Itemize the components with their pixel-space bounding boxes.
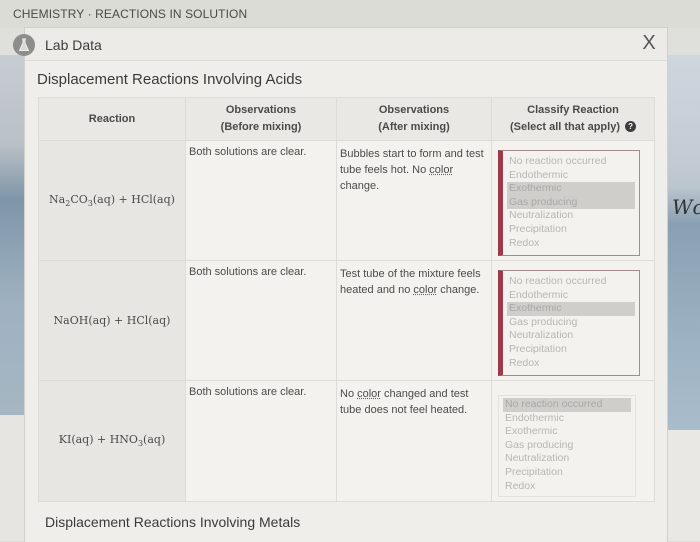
classify-option[interactable]: Precipitation <box>503 466 631 480</box>
observation-text: No <box>340 388 358 400</box>
header-before: Observations (Before mixing) <box>185 97 337 141</box>
classify-listbox[interactable]: No reaction occurred Endothermic Exothermi… <box>498 150 640 256</box>
observation-after: Bubbles start to form and test tube feel… <box>336 140 492 261</box>
header-after-line2: (After mixing) <box>378 121 450 133</box>
section-title-acids: Displacement Reactions Involving Acids <box>37 71 303 88</box>
formula-part: NaOH(aq) + HCl(aq) <box>53 314 171 327</box>
header-after-line1: Observations <box>378 104 450 116</box>
reaction-cell: KI(aq) + HNO3(aq) <box>38 380 186 502</box>
classify-option[interactable]: Redox <box>503 480 631 494</box>
reaction-cell: NaOH(aq) + HCl(aq) <box>38 260 186 381</box>
classify-option[interactable]: Neutralization <box>507 329 635 343</box>
table-row: KI(aq) + HNO3(aq) Both solutions are clea… <box>38 380 655 502</box>
reaction-equation: Na2CO3(aq) + HCl(aq) <box>49 192 175 208</box>
header-after: Observations (After mixing) <box>336 97 492 141</box>
flask-icon <box>13 34 35 56</box>
classify-cell: No reaction occurred Endothermic Exothermi… <box>491 260 655 381</box>
top-bar: CHEMISTRY · REACTIONS IN SOLUTION <box>0 0 700 28</box>
formula-part: KI(aq) + HNO <box>58 433 138 447</box>
classify-cell: No reaction occurred Endothermic Exothermi… <box>491 140 655 261</box>
lab-data-panel: Lab Data X Displacement Reactions Involv… <box>13 27 668 542</box>
panel-header: Lab Data X <box>13 28 667 61</box>
classify-option[interactable]: No reaction occurred <box>507 275 635 289</box>
formula-part: (aq) + HCl(aq) <box>92 192 175 206</box>
observation-text: change. <box>340 180 380 192</box>
classify-option[interactable]: Exothermic <box>507 182 635 196</box>
header-before-line2: (Before mixing) <box>220 121 302 133</box>
background-text: Wc <box>672 195 700 219</box>
classify-listbox[interactable]: No reaction occurred Endothermic Exothermi… <box>498 270 640 376</box>
classify-option[interactable]: Exothermic <box>503 425 631 439</box>
observation-before: Both solutions are clear. <box>185 140 337 261</box>
header-classify: Classify Reaction (Select all that apply… <box>491 97 655 141</box>
header-classify-line1: Classify Reaction <box>527 104 619 116</box>
section-title-metals: Displacement Reactions Involving Metals <box>45 514 301 530</box>
classify-option[interactable]: Gas producing <box>503 439 631 453</box>
classify-option[interactable]: Endothermic <box>507 169 635 183</box>
observation-text: Bubbles start to form and test tube feel… <box>340 148 484 176</box>
observation-after: Test tube of the mixture feels heated an… <box>336 260 492 381</box>
classify-option[interactable]: Redox <box>507 357 635 371</box>
classify-option[interactable]: Redox <box>507 237 635 251</box>
breadcrumb: CHEMISTRY · REACTIONS IN SOLUTION <box>13 7 248 21</box>
classify-option[interactable]: No reaction occurred <box>503 398 631 412</box>
table-row: NaOH(aq) + HCl(aq) Both solutions are cle… <box>38 260 655 381</box>
header-before-line1: Observations <box>225 104 297 116</box>
reaction-cell: Na2CO3(aq) + HCl(aq) <box>38 140 186 261</box>
formula-part: Na <box>49 192 66 206</box>
close-button[interactable]: X <box>637 31 661 55</box>
acids-table: Reaction Observations (Before mixing) Ob… <box>38 97 655 502</box>
classify-option[interactable]: Neutralization <box>503 452 631 466</box>
panel-title: Lab Data <box>45 37 102 53</box>
classify-option[interactable]: Endothermic <box>507 289 635 303</box>
observation-text: change. <box>437 284 480 296</box>
table-header-row: Reaction Observations (Before mixing) Ob… <box>38 97 655 141</box>
table-row: Na2CO3(aq) + HCl(aq) Both solutions are c… <box>38 140 655 261</box>
classify-listbox[interactable]: No reaction occurred Endothermic Exothermi… <box>498 395 636 497</box>
spellcheck-word: color <box>429 164 454 176</box>
classify-option[interactable]: Gas producing <box>507 316 635 330</box>
reaction-equation: KI(aq) + HNO3(aq) <box>58 433 166 448</box>
observation-before: Both solutions are clear. <box>185 260 337 381</box>
spellcheck-word: color <box>357 388 381 400</box>
classify-option[interactable]: Precipitation <box>507 223 635 237</box>
classify-option[interactable]: Exothermic <box>507 302 635 316</box>
classify-option[interactable]: Precipitation <box>507 343 635 357</box>
classify-option[interactable]: Endothermic <box>503 412 631 426</box>
formula-part: (aq) <box>143 433 166 447</box>
formula-part: CO <box>70 192 88 206</box>
classify-option[interactable]: Neutralization <box>507 209 635 223</box>
reaction-equation: NaOH(aq) + HCl(aq) <box>54 314 171 327</box>
header-reaction: Reaction <box>38 97 186 141</box>
classify-option[interactable]: No reaction occurred <box>507 155 635 169</box>
observation-after: No color changed and test tube does not … <box>336 380 492 502</box>
help-icon[interactable]: ? <box>625 121 637 132</box>
spellcheck-word: color <box>413 284 438 296</box>
classify-cell: No reaction occurred Endothermic Exothermi… <box>491 380 655 502</box>
classify-option[interactable]: Gas producing <box>507 195 635 210</box>
header-classify-line2: (Select all that apply) <box>509 121 620 133</box>
observation-before: Both solutions are clear. <box>185 380 337 502</box>
